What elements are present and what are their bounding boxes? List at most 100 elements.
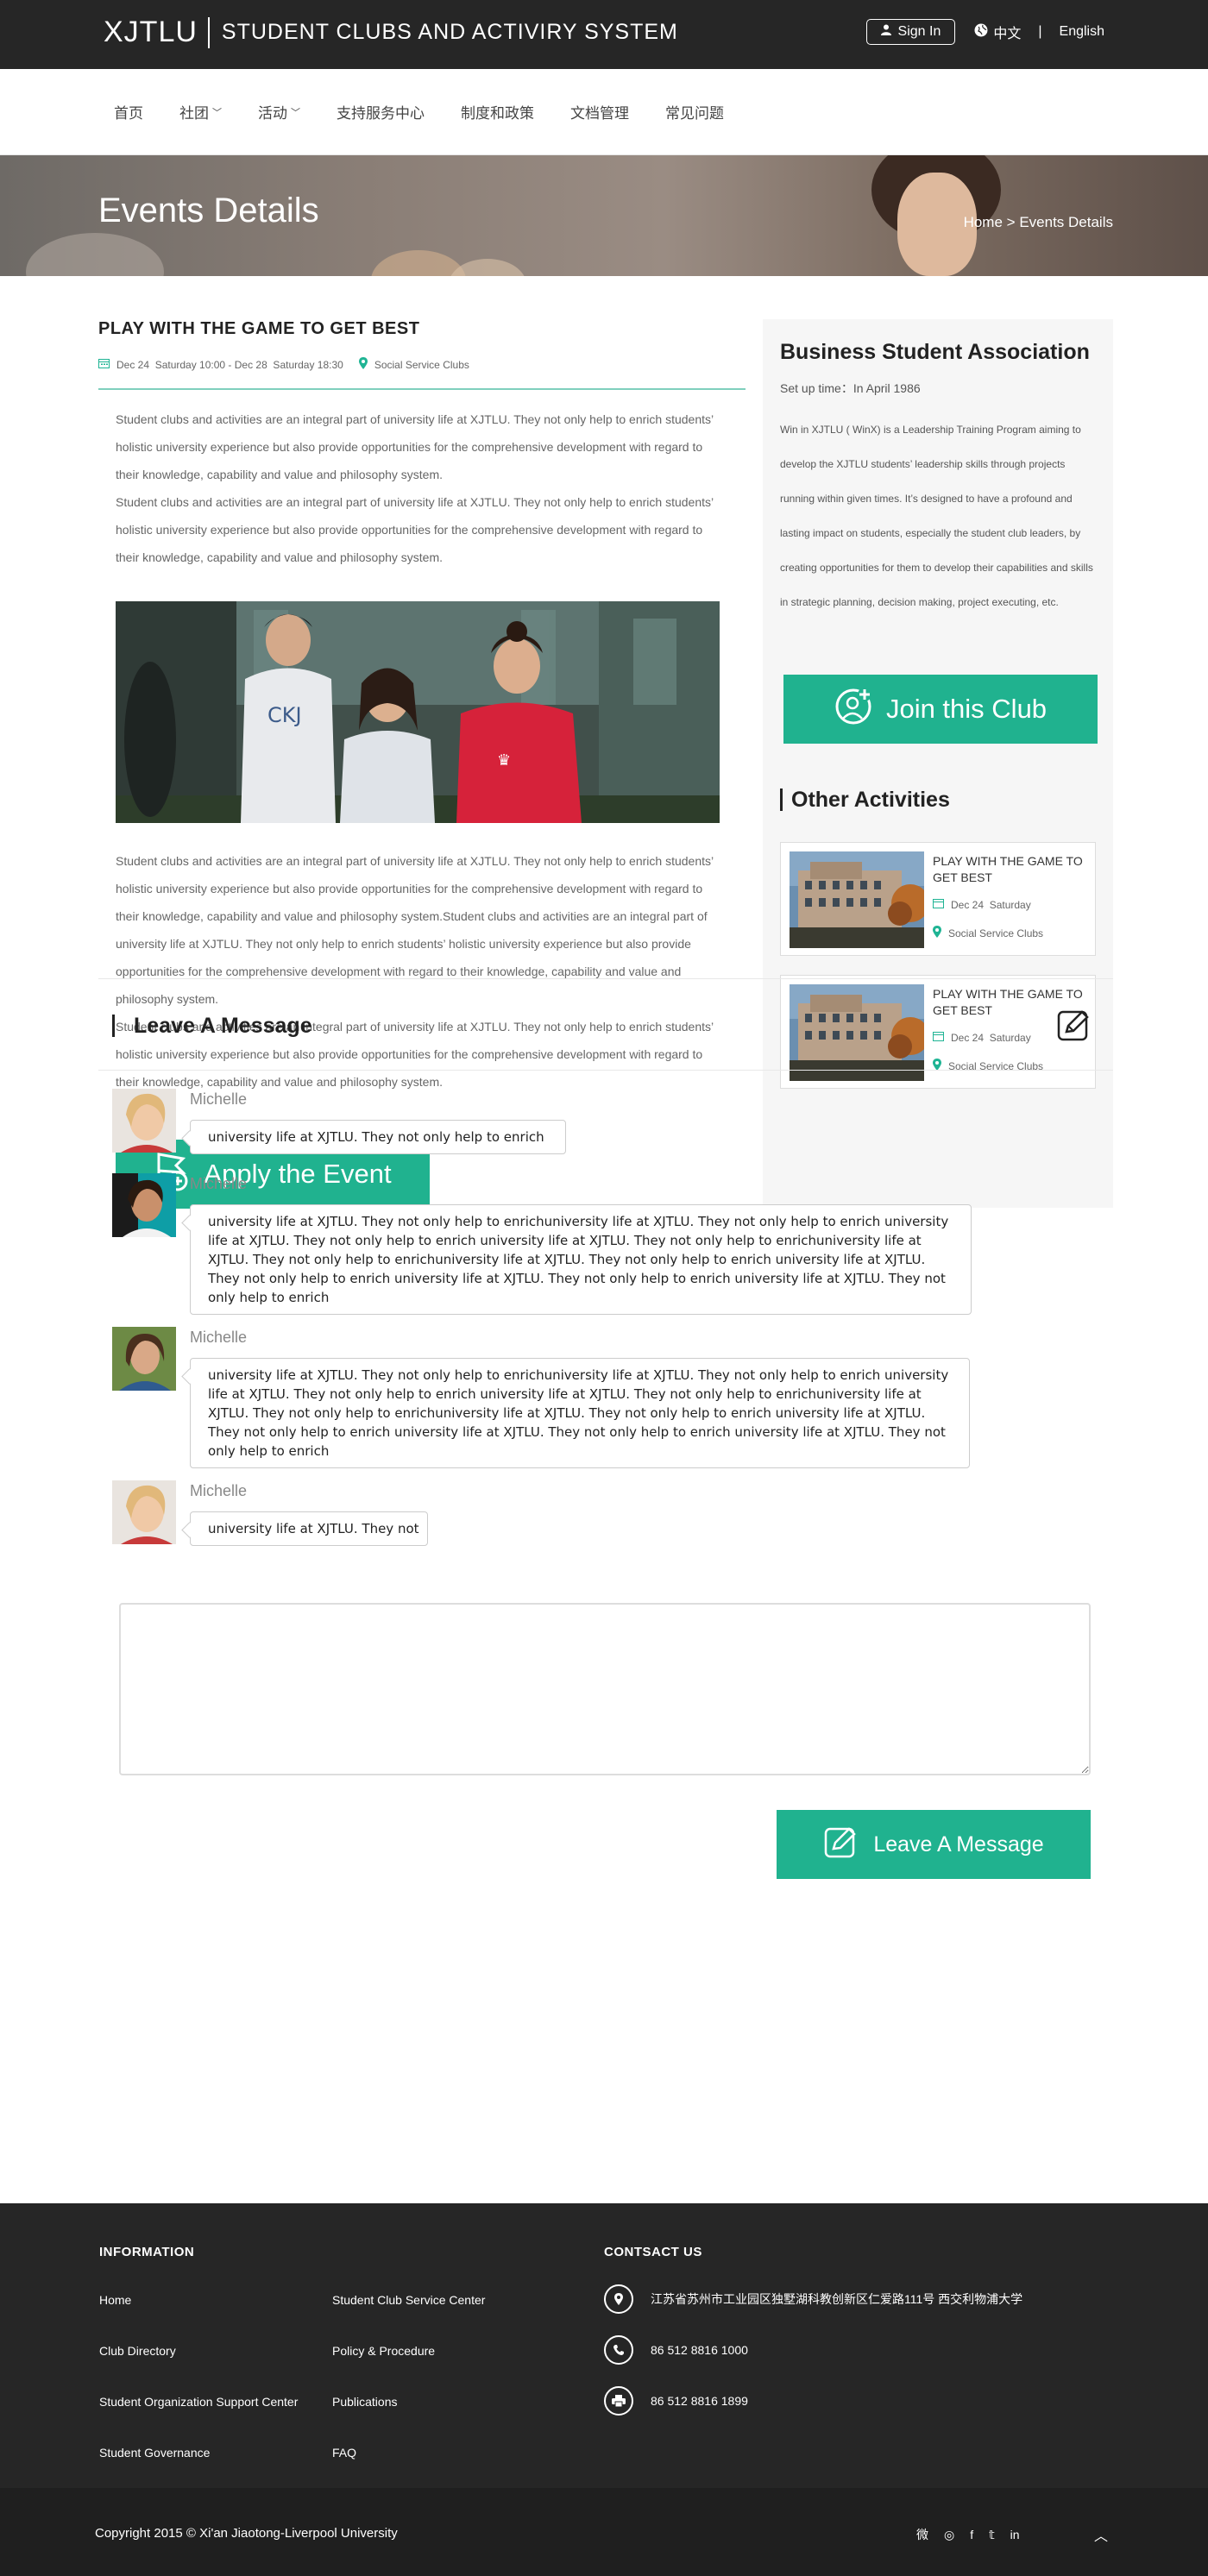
nav-item-home[interactable]: 首页 — [114, 101, 143, 123]
comment-text: university life at XJTLU. They not — [190, 1511, 428, 1546]
hero-background-figure — [449, 259, 526, 276]
nav-label: 制度和政策 — [461, 105, 534, 122]
user-icon — [880, 24, 891, 40]
section-divider — [98, 1070, 1113, 1071]
footer-link-faq[interactable]: FAQ — [332, 2446, 356, 2460]
nav-item-clubs[interactable]: 社团 ﹀ — [179, 101, 222, 123]
facebook-icon[interactable]: f — [970, 2528, 973, 2541]
weibo-icon[interactable]: 微 — [916, 2526, 928, 2543]
section-divider — [98, 978, 1113, 979]
sign-in-button[interactable]: Sign In — [865, 19, 956, 45]
chevron-down-icon: ﹀ — [291, 107, 300, 118]
other-activities-title: Other Activities — [780, 789, 950, 811]
breadcrumb-current: Events Details — [1019, 214, 1113, 230]
lang-english[interactable]: English — [1060, 24, 1104, 40]
sign-in-label: Sign In — [897, 24, 941, 39]
footer-address: 江苏省苏州市工业园区独墅湖科教创新区仁爱路111号 西交利物浦大学 — [604, 2284, 1022, 2314]
language-switch: 中文 | English — [974, 22, 1104, 42]
top-right-controls: Sign In 中文 | English — [865, 19, 1104, 45]
activity-thumbnail — [790, 984, 924, 1081]
activity-title[interactable]: PLAY WITH THE GAME TO GET BEST — [933, 853, 1088, 886]
nav-label: 社团 — [179, 105, 209, 122]
activity-date-text: Dec 24 Saturday — [951, 898, 1031, 911]
leave-message-heading: Leave A Message — [112, 1015, 312, 1037]
footer-link-publications[interactable]: Publications — [332, 2395, 398, 2409]
activity-card[interactable]: PLAY WITH THE GAME TO GET BEST Dec 24 Sa… — [780, 842, 1096, 956]
brand[interactable]: XJTLU STUDENT CLUBS AND ACTIVIRY SYSTEM — [104, 16, 678, 49]
activity-card[interactable]: PLAY WITH THE GAME TO GET BEST Dec 24 Sa… — [780, 975, 1096, 1089]
twitter-icon[interactable]: 𝕥 — [989, 2528, 995, 2542]
footer-link-service-center[interactable]: Student Club Service Center — [332, 2293, 485, 2307]
commenter-name: Michelle — [190, 1482, 248, 1499]
footer: INFORMATION Home Club Directory Student … — [0, 2203, 1208, 2488]
nav-item-support-center[interactable]: 支持服务中心 — [337, 101, 425, 123]
club-setup-time: Set up time：In April 1986 — [780, 381, 921, 395]
address-text: 江苏省苏州市工业园区独墅湖科教创新区仁爱路111号 西交利物浦大学 — [651, 2292, 1023, 2306]
edit-icon[interactable] — [1056, 1008, 1091, 1042]
back-to-top-icon[interactable]: ︿ — [1094, 2524, 1108, 2545]
event-photo: CKJ ♛ — [116, 601, 720, 823]
event-club[interactable]: Social Service Clubs — [374, 359, 469, 371]
activity-club-text: Social Service Clubs — [948, 927, 1044, 939]
club-description: Win in XJTLU ( WinX) is a Leadership Tra… — [780, 424, 1093, 608]
nav-item-policy[interactable]: 制度和政策 — [461, 101, 534, 123]
activity-date: Dec 24 Saturday — [933, 1031, 1031, 1044]
breadcrumb: Home > Events Details — [964, 214, 1113, 231]
avatar — [112, 1327, 176, 1391]
nav-item-activities[interactable]: 活动 ﹀ — [258, 101, 300, 123]
leave-message-button[interactable]: Leave A Message — [777, 1810, 1091, 1879]
club-name[interactable]: Business Student Association — [780, 340, 1090, 365]
svg-text:CKJ: CKJ — [267, 703, 302, 727]
calendar-icon — [98, 358, 110, 371]
footer-link-policy[interactable]: Policy & Procedure — [332, 2344, 435, 2358]
nav-label: 文档管理 — [570, 105, 629, 122]
event-date: Dec 24 Saturday 10:00 - Dec 28 Saturday … — [116, 358, 343, 371]
nav-label: 支持服务中心 — [337, 105, 425, 122]
activity-club: Social Service Clubs — [933, 926, 1043, 940]
lang-separator: | — [1038, 24, 1042, 39]
location-pin-icon — [358, 357, 368, 372]
wechat-icon[interactable]: ◎ — [944, 2528, 954, 2542]
hero-banner: Events Details Home > Events Details — [0, 155, 1208, 276]
event-meta: Dec 24 Saturday 10:00 - Dec 28 Saturday … — [98, 357, 469, 372]
globe-icon — [974, 23, 988, 41]
calendar-icon — [933, 1031, 944, 1044]
location-pin-icon — [933, 926, 941, 940]
main-nav: 首页 社团 ﹀ 活动 ﹀ 支持服务中心 制度和政策 文档管理 常见问题 — [0, 69, 1208, 155]
hero-background-figure — [26, 233, 164, 276]
event-description-2: Student clubs and activities are an inte… — [116, 854, 714, 1089]
nav-item-faq[interactable]: 常见问题 — [665, 101, 724, 123]
leave-message-label: Leave A Message — [873, 1831, 1044, 1857]
footer-fax: 86 512 8816 1899 — [604, 2386, 748, 2416]
activity-club: Social Service Clubs — [933, 1059, 1043, 1073]
hero-background-figure — [371, 250, 466, 276]
title-divider — [98, 388, 746, 390]
chevron-down-icon: ﹀ — [212, 107, 222, 118]
footer-link-club-directory[interactable]: Club Directory — [99, 2344, 176, 2358]
nav-item-documents[interactable]: 文档管理 — [570, 101, 629, 123]
join-club-button[interactable]: Join this Club — [783, 675, 1098, 744]
footer-info-heading: INFORMATION — [99, 2245, 195, 2259]
commenter-name: Michelle — [190, 1090, 248, 1108]
edit-icon — [823, 1825, 858, 1865]
nav-label: 活动 — [258, 105, 287, 122]
avatar — [112, 1480, 176, 1544]
footer-link-support-center[interactable]: Student Organization Support Center — [99, 2395, 298, 2409]
top-bar: XJTLU STUDENT CLUBS AND ACTIVIRY SYSTEM … — [0, 0, 1208, 69]
footer-link-home[interactable]: Home — [99, 2293, 131, 2307]
activity-thumbnail — [790, 851, 924, 948]
fax-text: 86 512 8816 1899 — [651, 2394, 748, 2408]
lang-chinese[interactable]: 中文 — [993, 22, 1021, 42]
footer-bottom-bar: Copyright 2015 © Xi'an Jiaotong-Liverpoo… — [0, 2488, 1208, 2576]
footer-link-governance[interactable]: Student Governance — [99, 2446, 210, 2460]
breadcrumb-home[interactable]: Home — [964, 214, 1003, 230]
copyright: Copyright 2015 © Xi'an Jiaotong-Liverpoo… — [95, 2526, 398, 2541]
linkedin-icon[interactable]: in — [1010, 2528, 1020, 2541]
message-input[interactable] — [119, 1603, 1091, 1775]
nav-label: 首页 — [114, 105, 143, 122]
club-sidebar: Business Student Association Set up time… — [763, 319, 1113, 1208]
fax-icon — [604, 2386, 633, 2416]
site-logo[interactable]: XJTLU — [104, 16, 198, 49]
comment-text: university life at XJTLU. They not only … — [190, 1358, 970, 1468]
footer-phone: 86 512 8816 1000 — [604, 2335, 748, 2365]
